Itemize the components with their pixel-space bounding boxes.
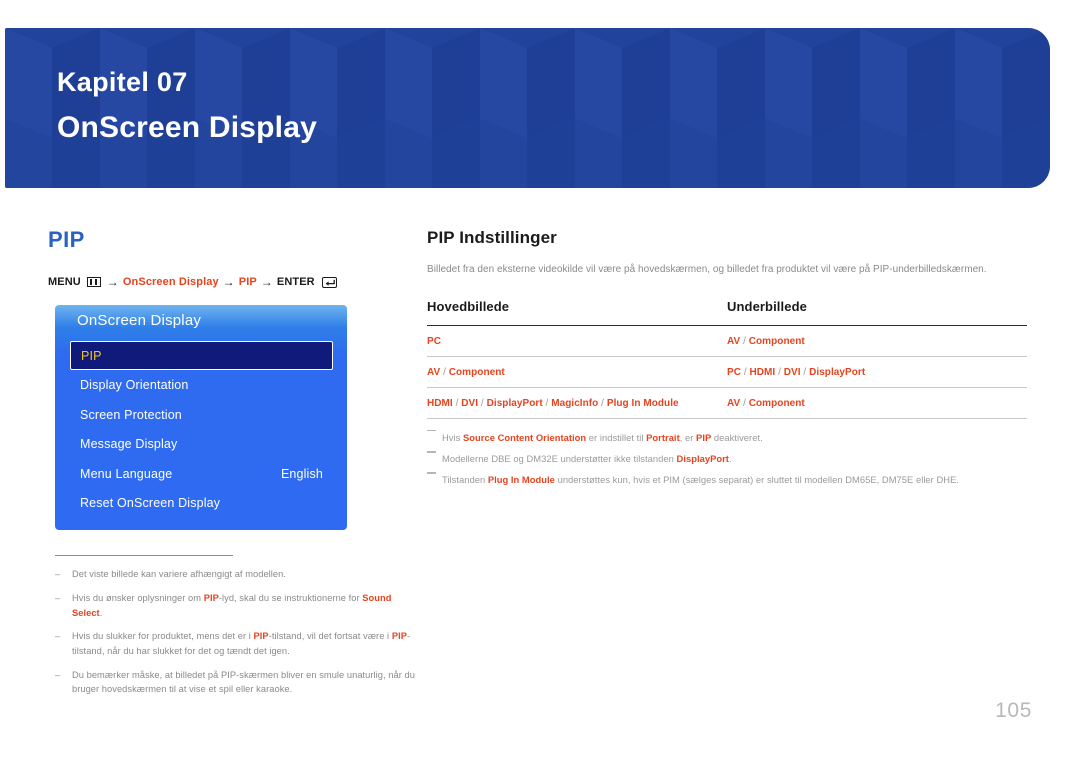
column-header-main-picture: Hovedbillede — [427, 299, 727, 326]
breadcrumb-step-pip: PIP — [238, 276, 257, 289]
breadcrumb-arrow-3: → — [260, 275, 273, 290]
notes-divider — [55, 555, 233, 557]
osd-item-menu-language[interactable]: Menu Language English — [70, 459, 333, 488]
note-dash — [427, 430, 436, 432]
osd-item-label: Menu Language — [80, 466, 173, 481]
osd-item-label: PIP — [81, 348, 102, 363]
note-dash: – — [55, 592, 61, 603]
enter-return-icon — [321, 276, 337, 288]
note-text: Hvis du ønsker oplysninger om PIP-lyd, s… — [72, 592, 392, 618]
osd-item-reset-onscreen-display[interactable]: Reset OnScreen Display — [70, 489, 333, 518]
breadcrumb-menu-label: MENU — [48, 276, 81, 289]
table-row: PC AV / Component — [427, 325, 1027, 357]
table-row: HDMI / DVI / DisplayPort / MagicInfo / P… — [427, 387, 1027, 419]
note-item: Modellerne DBE og DM32E understøtter ikk… — [427, 451, 1027, 466]
osd-item-pip[interactable]: PIP — [70, 341, 333, 371]
chapter-label: Kapitel 07 — [57, 67, 188, 97]
osd-menu-list: PIP Display Orientation Screen Protectio… — [70, 341, 333, 518]
note-text: Hvis du slukker for produktet, mens det … — [72, 631, 411, 656]
note-item: – Du bemærker måske, at billedet på PIP-… — [55, 668, 418, 697]
cell-main-source: AV / Component — [427, 356, 727, 388]
note-dash — [427, 472, 436, 474]
column-header-sub-picture: Underbillede — [727, 299, 1027, 326]
osd-menu-panel: OnScreen Display PIP Display Orientation… — [55, 305, 347, 531]
note-text: Det viste billede kan variere afhængigt … — [72, 569, 286, 580]
osd-item-screen-protection[interactable]: Screen Protection — [70, 400, 333, 429]
osd-item-value-language: English — [280, 466, 323, 481]
pip-source-table: Hovedbillede Underbillede PC AV / Compon… — [427, 299, 1027, 419]
breadcrumb-step-onscreen-display: OnScreen Display — [122, 276, 219, 289]
right-notes-list: Hvis Source Content Orientation er indst… — [427, 430, 1027, 487]
left-column: PIP MENU → OnScreen Display → PIP → ENTE… — [48, 227, 418, 706]
left-notes-list: – Det viste billede kan variere afhængig… — [55, 567, 418, 697]
cell-sub-source: AV / Component — [727, 387, 1027, 419]
note-item: – Hvis du slukker for produktet, mens de… — [55, 629, 418, 658]
note-text: Modellerne DBE og DM32E understøtter ikk… — [442, 453, 732, 465]
note-dash — [427, 451, 436, 453]
osd-item-label: Message Display — [80, 437, 178, 452]
note-dash: – — [55, 669, 61, 680]
page-number: 105 — [995, 699, 1032, 722]
breadcrumb: MENU → OnScreen Display → PIP → ENTER — [48, 275, 418, 289]
note-item: – Det viste billede kan variere afhængig… — [55, 567, 418, 582]
right-column: PIP Indstillinger Billedet fra den ekste… — [427, 228, 1027, 494]
note-text: Hvis Source Content Orientation er indst… — [442, 432, 763, 443]
document-page: Kapitel 07 OnScreen Display PIP MENU → O… — [0, 0, 1080, 763]
note-item: Hvis Source Content Orientation er indst… — [427, 430, 1027, 445]
osd-item-display-orientation[interactable]: Display Orientation — [70, 371, 333, 400]
cell-main-source: PC — [427, 325, 727, 357]
cell-main-source: HDMI / DVI / DisplayPort / MagicInfo / P… — [427, 387, 727, 419]
chapter-title: OnScreen Display — [57, 110, 317, 144]
osd-item-label: Screen Protection — [80, 407, 182, 422]
osd-item-message-display[interactable]: Message Display — [70, 430, 333, 459]
note-dash: – — [55, 631, 61, 642]
breadcrumb-arrow-1: → — [106, 275, 119, 290]
section-intro-text: Billedet fra den eksterne videokilde vil… — [427, 264, 987, 275]
banner-text-block: Kapitel 07 OnScreen Display — [57, 66, 317, 147]
breadcrumb-enter-label: ENTER — [276, 276, 315, 289]
cell-sub-source: PC / HDMI / DVI / DisplayPort — [727, 356, 1027, 388]
note-text: Tilstanden Plug In Module understøttes k… — [442, 474, 959, 486]
menu-bars-icon — [86, 277, 101, 288]
note-item: – Hvis du ønsker oplysninger om PIP-lyd,… — [55, 591, 418, 620]
cell-sub-source: AV / Component — [727, 325, 1027, 357]
osd-item-label: Reset OnScreen Display — [80, 496, 221, 511]
section-heading-pip-settings: PIP Indstillinger — [427, 228, 557, 247]
note-item: Tilstanden Plug In Module understøttes k… — [427, 472, 1027, 487]
chapter-banner: Kapitel 07 OnScreen Display — [5, 28, 1050, 188]
osd-panel-title: OnScreen Display — [77, 312, 202, 330]
table-row: AV / Component PC / HDMI / DVI / Display… — [427, 356, 1027, 388]
breadcrumb-arrow-2: → — [222, 275, 235, 290]
note-text: Du bemærker måske, at billedet på PIP-sk… — [72, 669, 415, 695]
table-header-row: Hovedbillede Underbillede — [427, 299, 1027, 326]
page-title: PIP — [48, 227, 85, 252]
osd-item-label: Display Orientation — [80, 378, 189, 393]
note-dash: – — [55, 569, 61, 580]
